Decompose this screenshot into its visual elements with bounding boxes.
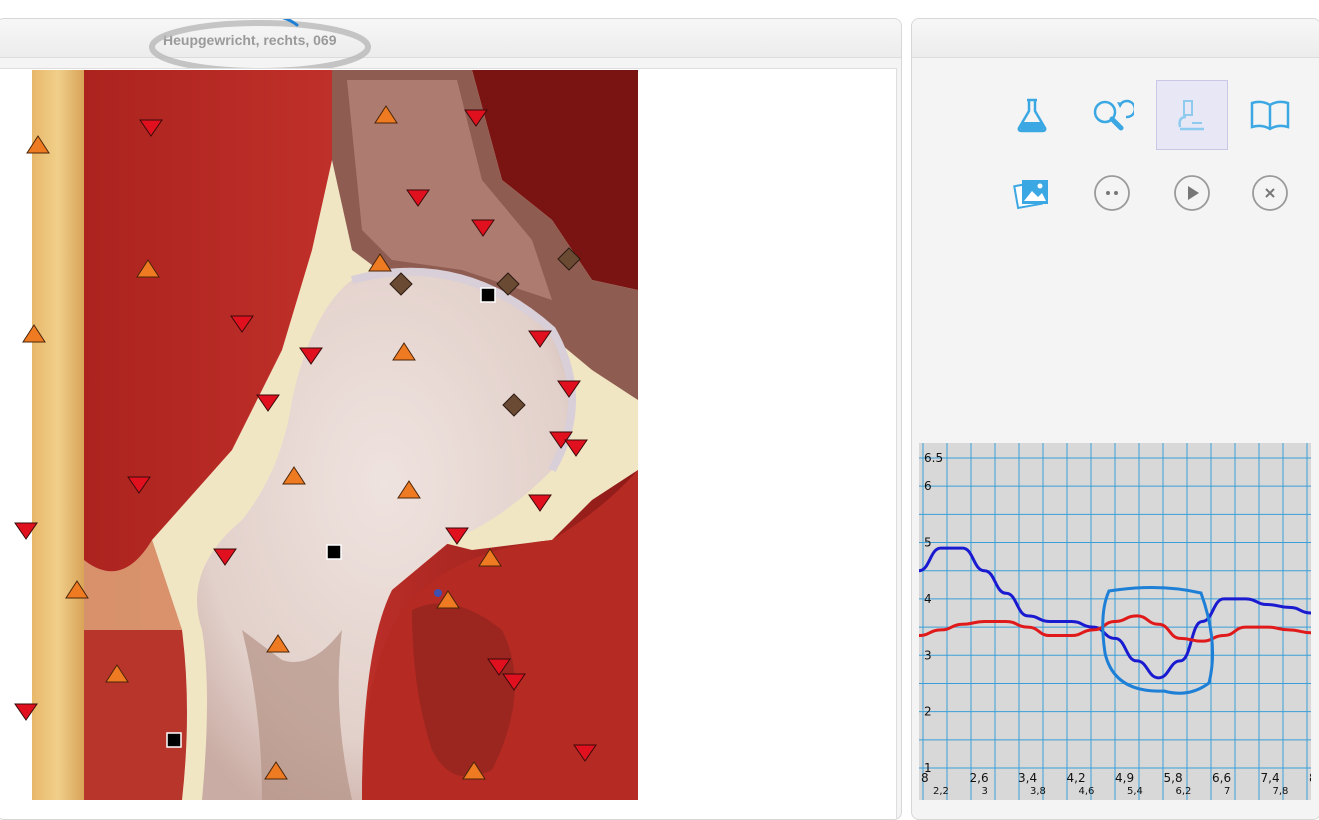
- line-chart: 6.5654321 82,63,44,24,95,86,67,48,22,233…: [919, 443, 1311, 800]
- x-tick-label: 4,6: [1079, 786, 1095, 797]
- x-tick-label: 2,6: [970, 771, 989, 785]
- flask-icon: [1017, 98, 1047, 133]
- x-tick-label: 5,4: [1127, 786, 1143, 797]
- y-tick-label: 5: [924, 536, 932, 550]
- x-tick-label: 4,2: [1067, 771, 1086, 785]
- x-tick-label: 7: [1224, 786, 1230, 797]
- marker-square[interactable]: [166, 287, 496, 748]
- y-tick-label: 4: [924, 592, 932, 606]
- x-tick-label: 8,2: [1309, 771, 1311, 785]
- x-tick-label: 2,2: [933, 786, 949, 797]
- x-tick-label: 6,6: [1212, 771, 1231, 785]
- x-tick-label: 5,8: [1164, 771, 1183, 785]
- x-tick-label: 6,2: [1176, 786, 1192, 797]
- play-icon: [1174, 175, 1210, 211]
- y-tick-label: 2: [924, 705, 932, 719]
- x-tick-label: 3,4: [1018, 771, 1037, 785]
- photos-button[interactable]: [1000, 161, 1064, 225]
- play-button[interactable]: [1160, 161, 1224, 225]
- more-button[interactable]: [1080, 161, 1144, 225]
- y-tick-label: 6.5: [924, 451, 943, 465]
- marker-triangle-up[interactable]: [22, 105, 502, 780]
- search-refresh-icon: [1093, 99, 1134, 131]
- blue-ink-dot: [434, 589, 442, 597]
- x-tick-label: 4,9: [1115, 771, 1134, 785]
- x-tick-label: 7,8: [1273, 786, 1289, 797]
- x-tick-label: 3,8: [1030, 786, 1046, 797]
- x-tick-label: 8: [921, 771, 929, 785]
- search-refresh-button[interactable]: [1080, 83, 1144, 147]
- more-icon: [1094, 175, 1130, 211]
- book-icon: [1250, 100, 1290, 131]
- tools-panel-header: [912, 19, 1319, 58]
- x-tick-label: 3: [982, 786, 988, 797]
- flask-button[interactable]: [1000, 83, 1064, 147]
- microscope-icon: [1178, 100, 1204, 131]
- close-button[interactable]: [1238, 161, 1302, 225]
- photos-icon: [1013, 180, 1048, 210]
- marker-overlay: [14, 105, 597, 780]
- marker-triangle-down[interactable]: [14, 109, 597, 762]
- close-icon: [1252, 175, 1288, 211]
- book-button[interactable]: [1238, 83, 1302, 147]
- x-tick-label: 7,4: [1261, 771, 1280, 785]
- microscope-button[interactable]: [1156, 80, 1228, 150]
- y-tick-label: 3: [924, 648, 932, 662]
- marker-diamond[interactable]: [389, 247, 581, 417]
- y-tick-label: 6: [924, 479, 932, 493]
